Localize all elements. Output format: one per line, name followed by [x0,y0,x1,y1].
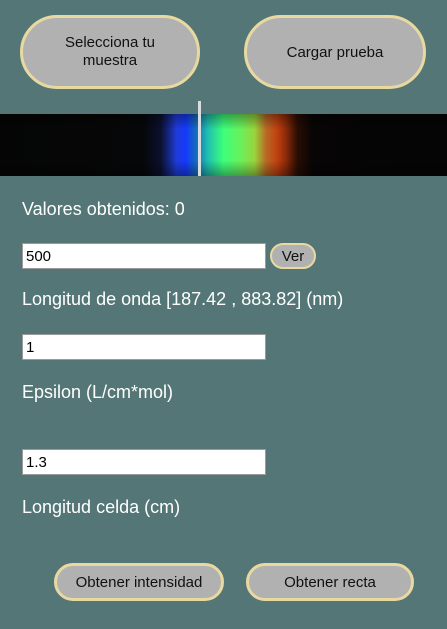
load-test-button[interactable]: Cargar prueba [244,15,426,89]
wavelength-label: Longitud de onda [187.42 , 883.82] (nm) [22,289,344,309]
cell-length-input[interactable] [22,449,266,475]
wavelength-input[interactable] [22,243,266,269]
wavelength-marker-icon[interactable] [198,101,201,176]
get-line-label: Obtener recta [284,573,376,591]
get-intensity-button[interactable]: Obtener intensidad [54,563,224,601]
select-sample-button[interactable]: Selecciona tu muestra [20,15,200,89]
values-obtained-text: Valores obtenidos: 0 [22,199,185,219]
view-button-label: Ver [281,247,305,265]
get-intensity-label: Obtener intensidad [75,573,203,591]
get-line-button[interactable]: Obtener recta [246,563,414,601]
cell-length-label: Longitud celda (cm) [22,497,181,517]
epsilon-input[interactable] [22,334,266,360]
epsilon-label: Epsilon (L/cm*mol) [22,382,174,402]
spectrum-image[interactable] [0,114,447,176]
load-test-label: Cargar prueba [286,43,384,61]
select-sample-label: Selecciona tu muestra [64,34,156,69]
view-button[interactable]: Ver [270,243,316,269]
